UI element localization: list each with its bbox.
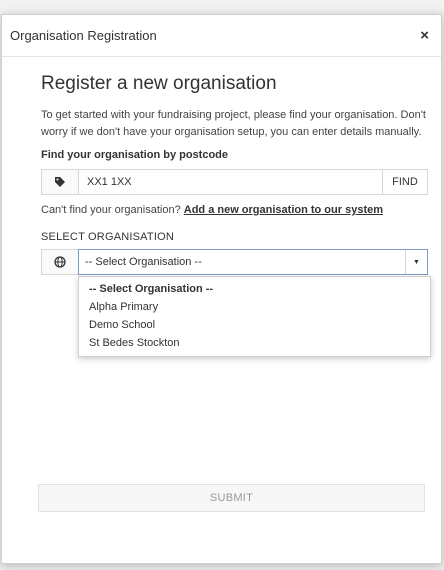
postcode-search-group: FIND	[41, 169, 428, 195]
organisation-select-group: -- Select Organisation -- ▼ -- Select Or…	[41, 249, 431, 357]
organisation-select[interactable]: -- Select Organisation -- ▼	[78, 249, 428, 275]
submit-button[interactable]: SUBMIT	[38, 484, 425, 512]
find-button[interactable]: FIND	[382, 170, 427, 194]
dropdown-option[interactable]: St Bedes Stockton	[79, 334, 430, 352]
caret-down-icon[interactable]: ▼	[405, 250, 427, 274]
globe-icon	[42, 250, 79, 274]
registration-modal: Organisation Registration × Register a n…	[1, 14, 442, 564]
cant-find-row: Can't find your organisation? Add a new …	[41, 204, 425, 216]
cant-find-text: Can't find your organisation?	[41, 204, 181, 216]
select-current-value: -- Select Organisation --	[85, 256, 202, 268]
select-organisation-label: SELECT ORGANISATION	[41, 231, 174, 243]
find-by-postcode-label: Find your organisation by postcode	[41, 149, 229, 161]
modal-header: Organisation Registration ×	[2, 15, 441, 57]
form-heading: Register a new organisation	[41, 73, 277, 94]
add-organisation-link[interactable]: Add a new organisation to our system	[184, 204, 383, 216]
tag-icon	[42, 170, 79, 194]
modal-body: Register a new organisation To get start…	[2, 57, 441, 357]
intro-text: To get started with your fundraising pro…	[41, 109, 426, 138]
dropdown-option[interactable]: Demo School	[79, 316, 430, 334]
modal-title: Organisation Registration	[10, 28, 157, 43]
organisation-dropdown-list: -- Select Organisation -- Alpha Primary …	[78, 276, 431, 357]
close-button[interactable]: ×	[420, 28, 429, 43]
dropdown-option[interactable]: -- Select Organisation --	[79, 280, 430, 298]
postcode-input[interactable]	[79, 170, 382, 194]
dropdown-option[interactable]: Alpha Primary	[79, 298, 430, 316]
